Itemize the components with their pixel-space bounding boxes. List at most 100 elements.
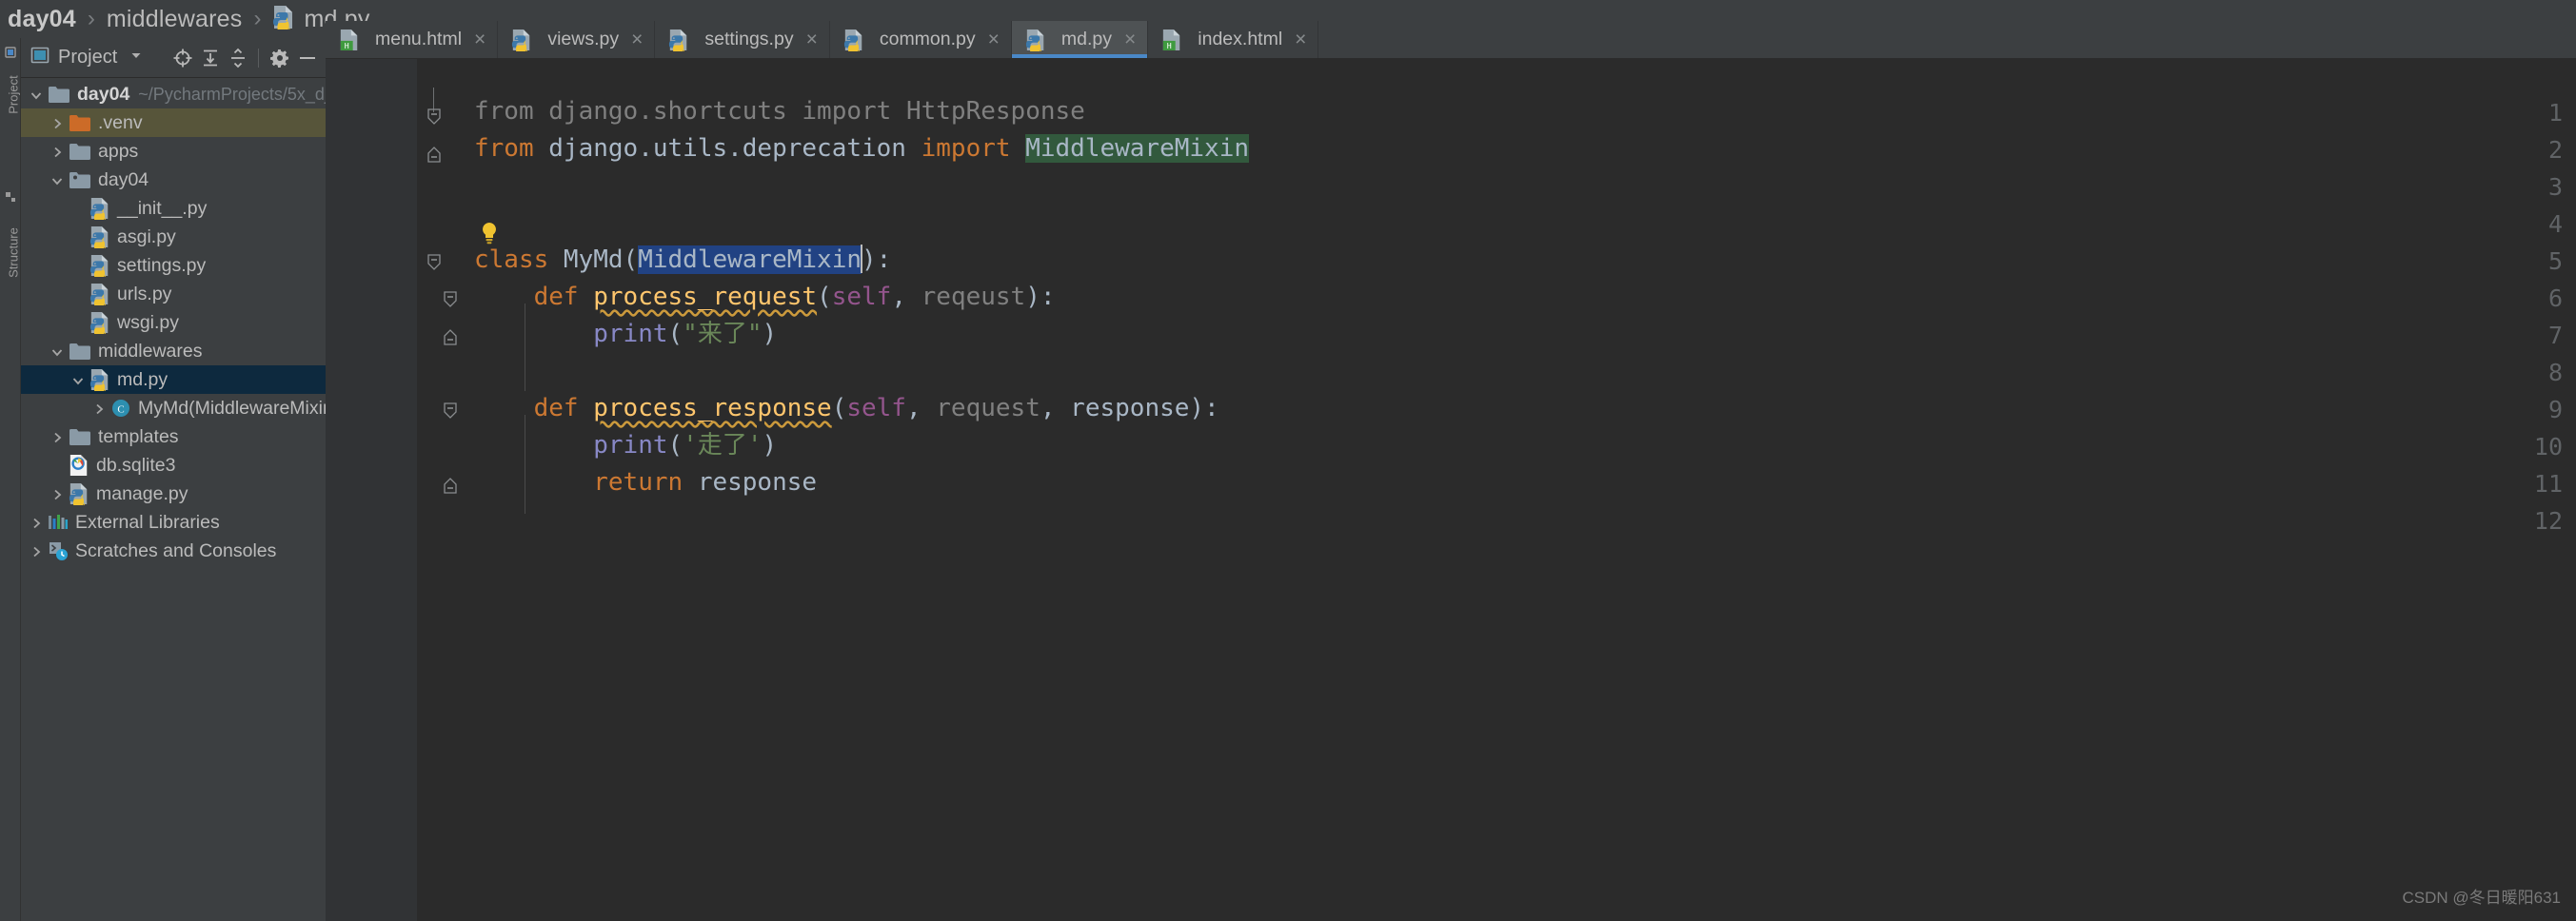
- sqlite-file-icon: [69, 454, 89, 477]
- collapse-all-icon[interactable]: [225, 45, 250, 70]
- editor-tab-views-py[interactable]: views.py ×: [498, 21, 656, 58]
- code-content[interactable]: from django.shortcuts import HttpRespons…: [474, 59, 2576, 921]
- tree-item-apps[interactable]: apps: [21, 137, 326, 166]
- fold-marker-line7[interactable]: [442, 328, 459, 345]
- tree-item-label: urls.py: [117, 283, 172, 304]
- code-token: ):: [1189, 394, 1219, 422]
- scratches-icon: [48, 540, 69, 561]
- editor-tab-menu-html[interactable]: Hmenu.html ×: [326, 21, 499, 58]
- fold-marker-line5[interactable]: [426, 254, 443, 271]
- chevron-down-icon[interactable]: [29, 87, 44, 102]
- tree-item-templates[interactable]: templates: [21, 422, 326, 451]
- editor-scrollbar[interactable]: [2563, 97, 2576, 921]
- editor-tab-settings-py[interactable]: settings.py ×: [655, 21, 830, 58]
- code-token: from: [474, 134, 549, 163]
- editor-gutter[interactable]: [326, 59, 417, 921]
- class-icon: C: [110, 398, 131, 419]
- html-file-icon: H: [339, 29, 360, 51]
- code-token: process_request: [593, 283, 818, 311]
- tree-item-label: manage.py: [96, 482, 188, 504]
- strip-label-project[interactable]: Project: [7, 67, 21, 124]
- chevron-right-icon[interactable]: [50, 144, 65, 159]
- chevron-right-icon[interactable]: [29, 543, 44, 558]
- tree-item-label: Scratches and Consoles: [75, 539, 277, 561]
- fold-marker-line1[interactable]: [426, 108, 443, 126]
- code-token: (: [667, 431, 684, 460]
- tree-item-settings-py[interactable]: settings.py: [21, 251, 326, 280]
- active-tab-indicator: [1011, 54, 1148, 58]
- code-editor[interactable]: 1 2 3 4 5 6 7 8 9 10 11 12 from django.s…: [326, 59, 2576, 921]
- code-line-2[interactable]: from django.utils.deprecation import Mid…: [474, 130, 1250, 167]
- code-token: self: [846, 394, 906, 422]
- locate-icon[interactable]: [169, 45, 195, 70]
- chevron-right-icon[interactable]: [29, 515, 44, 530]
- editor-tab-label: menu.html: [375, 29, 463, 49]
- tree-item-external-libraries[interactable]: External Libraries: [21, 508, 326, 537]
- code-token: MyMd: [563, 245, 624, 274]
- chevron-down-icon[interactable]: [129, 48, 144, 68]
- folder-icon: [69, 427, 91, 446]
- python-file-icon: [272, 5, 295, 34]
- tree-item-label: External Libraries: [75, 511, 220, 533]
- project-strip-icon: [5, 46, 16, 58]
- tree-item-middlewares[interactable]: middlewares: [21, 337, 326, 365]
- project-tool-window: Project day04 ~/PycharmProjects/5x_djang…: [21, 38, 385, 921]
- tree-item-urls-py[interactable]: urls.py: [21, 280, 326, 308]
- breadcrumb-item-middlewares[interactable]: middlewares: [107, 6, 243, 33]
- code-line-11[interactable]: return response: [474, 464, 817, 501]
- code-token: process_response: [593, 394, 832, 422]
- tree-item-md-py[interactable]: md.py: [21, 365, 326, 394]
- close-icon[interactable]: ×: [1295, 29, 1306, 49]
- strip-label-structure[interactable]: Structure: [7, 225, 21, 282]
- tree-item-label: MyMd(MiddlewareMixin): [138, 397, 340, 419]
- tree-item-manage-py[interactable]: manage.py: [21, 480, 326, 508]
- fold-marker-line9[interactable]: [442, 402, 459, 420]
- expand-all-icon[interactable]: [197, 45, 223, 70]
- editor-area: Hmenu.html × views.py × settings.py × common.p…: [326, 21, 2576, 921]
- chevron-right-icon[interactable]: [91, 401, 107, 416]
- code-line-9[interactable]: def process_response(self, request, resp…: [474, 390, 1219, 427]
- tree-item-day04[interactable]: day04 ~/PycharmProjects/5x_django_s: [21, 80, 385, 108]
- tree-item-scratches-and-consoles[interactable]: Scratches and Consoles: [21, 537, 326, 565]
- chevron-down-icon[interactable]: [70, 372, 86, 387]
- editor-tab-index-html[interactable]: Hindex.html ×: [1148, 21, 1319, 58]
- editor-tab-md-py[interactable]: md.py ×: [1011, 21, 1149, 58]
- close-icon[interactable]: ×: [631, 29, 643, 49]
- fold-marker-line11[interactable]: [442, 477, 459, 494]
- chevron-down-icon[interactable]: [50, 172, 65, 187]
- close-icon[interactable]: ×: [474, 29, 485, 49]
- code-line-1[interactable]: from django.shortcuts import HttpRespons…: [474, 93, 1085, 130]
- code-token: response: [1070, 394, 1190, 422]
- code-line-5[interactable]: class MyMd(MiddlewareMixin):: [474, 242, 891, 279]
- tree-item-init-py[interactable]: __init__.py: [21, 194, 326, 223]
- tree-item-wsgi-py[interactable]: wsgi.py: [21, 308, 326, 337]
- tree-item-mymd-middlewaremixin[interactable]: C MyMd(MiddlewareMixin): [21, 394, 339, 422]
- python-file-icon: [1025, 29, 1046, 51]
- tree-item-db-sqlite3[interactable]: db.sqlite3: [21, 451, 326, 480]
- code-line-7[interactable]: print("来了"): [474, 316, 777, 353]
- gear-icon[interactable]: [267, 45, 292, 70]
- fold-marker-line2[interactable]: [426, 146, 443, 163]
- fold-marker-line6[interactable]: [442, 291, 459, 308]
- code-line-6[interactable]: def process_request(self, reqeust):: [474, 279, 1056, 316]
- minimize-icon[interactable]: [294, 45, 320, 70]
- folder-module-icon: [69, 170, 91, 189]
- chevron-down-icon[interactable]: [50, 343, 65, 359]
- python-file-icon: [89, 283, 110, 305]
- tree-item-label: templates: [98, 425, 179, 447]
- code-line-10[interactable]: print('走了'): [474, 427, 777, 464]
- tree-item-asgi-py[interactable]: asgi.py: [21, 223, 326, 251]
- tree-item-venv[interactable]: .venv: [21, 108, 326, 137]
- tree-item-day04[interactable]: day04: [21, 166, 326, 194]
- chevron-right-icon[interactable]: [50, 115, 65, 130]
- close-icon[interactable]: ×: [806, 29, 818, 49]
- close-icon[interactable]: ×: [1124, 29, 1136, 49]
- editor-tab-common-py[interactable]: common.py ×: [830, 21, 1012, 58]
- close-icon[interactable]: ×: [988, 29, 1000, 49]
- breadcrumb-item-day04[interactable]: day04: [8, 6, 76, 33]
- chevron-right-icon[interactable]: [50, 429, 65, 444]
- chevron-right-icon[interactable]: [50, 486, 65, 501]
